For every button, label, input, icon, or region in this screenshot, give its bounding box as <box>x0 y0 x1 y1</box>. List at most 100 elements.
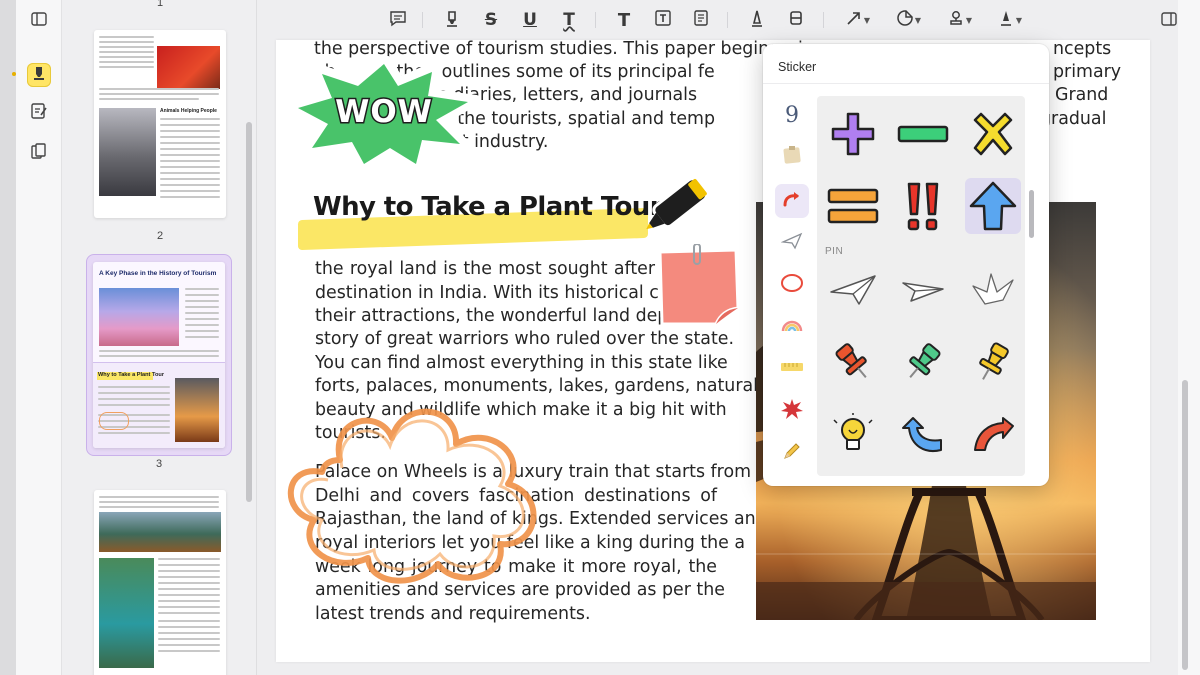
wow-sticker[interactable]: WOW <box>285 53 482 175</box>
thumbnail-scrollbar[interactable] <box>246 122 252 502</box>
paper-plane-icon <box>780 230 803 257</box>
pencil-icon <box>781 440 803 467</box>
thumbnail-image <box>99 512 221 552</box>
eraser-icon <box>788 9 804 32</box>
sticker-blue-curved-arrow[interactable] <box>895 408 951 464</box>
sticker-red-curved-arrow[interactable] <box>965 408 1021 464</box>
section-heading: Why to Take a Plant Tour <box>313 192 663 222</box>
chevron-down-icon: ▼ <box>965 15 973 25</box>
sticker-category-circle[interactable] <box>775 268 809 302</box>
chevron-down-icon: ▼ <box>914 15 922 25</box>
sticker-equals[interactable] <box>825 178 881 234</box>
doc-line: forts, palaces, monuments, lakes, garden… <box>315 376 758 396</box>
doc-line-fragment: primary <box>1053 62 1122 82</box>
document-scrollbar[interactable] <box>1182 380 1188 670</box>
eraser-tool[interactable] <box>785 8 807 32</box>
comment-mode-button[interactable] <box>27 63 51 87</box>
sticker-category-burst[interactable] <box>775 394 809 428</box>
doc-line: tourists. <box>315 423 386 443</box>
sticker-category-paper-plane[interactable] <box>775 226 809 260</box>
doc-line: beauty and wildlife which make it a big … <box>315 400 727 420</box>
textbox-icon <box>654 9 672 32</box>
sticker-red-pin[interactable] <box>825 334 881 390</box>
page-number-3: 3 <box>155 458 163 470</box>
textbox-tool[interactable] <box>652 8 674 32</box>
sticker-panel: Sticker 9 PIN <box>763 44 1049 486</box>
stamp-tool[interactable]: ▼ <box>944 8 976 32</box>
doc-line: amenities and services are provided as p… <box>315 580 725 600</box>
underline-icon: U <box>523 10 537 30</box>
page-number-2: 2 <box>156 230 164 242</box>
sticker-category-rainbow[interactable] <box>775 310 809 344</box>
sticker-icon <box>897 9 913 31</box>
thumbnail-page-3[interactable] <box>94 490 226 675</box>
shape-tool[interactable]: ▼ <box>842 8 874 32</box>
doc-line: Palace on Wheels is a luxury train that … <box>315 462 752 482</box>
sticker-lightbulb[interactable] <box>825 408 881 464</box>
sticker-category-ruler[interactable] <box>775 352 809 386</box>
curved-arrow-icon <box>781 188 803 215</box>
signature-tool[interactable]: ▼ <box>994 8 1026 32</box>
doc-line-fragment: gradual <box>1040 109 1107 129</box>
strikethrough-tool[interactable]: S <box>480 8 502 32</box>
thumbnail-page-2[interactable]: A Key Phase in the History of Tourism Wh… <box>93 262 225 448</box>
text-icon: T <box>617 9 631 31</box>
text-callout-icon <box>692 9 710 32</box>
marker-sticker[interactable] <box>642 170 724 236</box>
sticker-minus[interactable] <box>895 106 951 162</box>
thumbnail-page-1[interactable]: Animals Helping People <box>94 30 226 218</box>
sticker-category-note[interactable] <box>775 140 809 174</box>
doc-line-fragment: ncepts <box>1053 39 1112 59</box>
burst-icon <box>780 398 804 425</box>
active-indicator <box>12 72 16 76</box>
doc-line: Rajasthan, the land of kings. Extended s… <box>315 509 767 529</box>
underline-tool[interactable]: U <box>519 8 541 32</box>
sticker-category-pencil[interactable] <box>775 436 809 470</box>
doc-line: the royal land is the most sought after <box>315 259 655 279</box>
edit-mode-button[interactable] <box>27 101 51 125</box>
sidebar-toggle-icon[interactable] <box>30 10 48 28</box>
sticky-note-sticker[interactable] <box>656 243 742 328</box>
sticker-paper-crane[interactable] <box>965 262 1021 318</box>
thumbnail-caption: Animals Helping People <box>160 108 217 114</box>
thumbnail-image <box>157 46 220 89</box>
number-nine-icon: 9 <box>785 102 799 128</box>
organize-pages-button[interactable] <box>27 141 51 165</box>
thumbnail-image <box>99 288 179 346</box>
signature-pen-icon <box>998 9 1014 32</box>
doc-line: Delhi and covers fascination destination… <box>315 486 717 506</box>
highlight-tool[interactable] <box>441 8 463 32</box>
sticker-tool[interactable]: ▼ <box>893 8 925 32</box>
pencil-tool[interactable] <box>746 8 768 32</box>
text-tool[interactable]: T <box>613 8 635 32</box>
text-callout-tool[interactable] <box>690 8 712 32</box>
squiggly-underline-icon: T <box>563 10 575 30</box>
doc-line: week long journey to make it more royal,… <box>315 557 717 577</box>
squiggly-tool[interactable]: T <box>558 8 580 32</box>
comment-tool[interactable] <box>386 8 410 32</box>
sticker-green-pin[interactable] <box>895 334 951 390</box>
sticker-double-exclamation[interactable] <box>895 178 951 234</box>
sticker-paper-plane-1[interactable] <box>825 262 881 318</box>
sticker-plus[interactable] <box>825 106 881 162</box>
right-panel-toggle-icon[interactable] <box>1160 10 1178 28</box>
sticker-cross[interactable] <box>965 106 1021 162</box>
thumbnail-cat-image <box>99 108 156 196</box>
sticker-category-arrow-curve[interactable] <box>775 184 809 218</box>
ruler-icon <box>780 360 804 379</box>
thumbnail-section: Why to Take a Plant Tour <box>98 372 164 378</box>
thumbnail-image <box>175 378 219 442</box>
highlighter-pen-icon <box>444 9 460 32</box>
sticker-blue-up-arrow[interactable] <box>965 178 1021 234</box>
doc-line: their attractions, the wonderful land de… <box>315 306 674 326</box>
sticker-category-nine[interactable]: 9 <box>775 98 809 132</box>
comment-icon <box>389 9 407 32</box>
doc-line: destination in India. With its historica… <box>315 283 676 303</box>
sticker-panel-scrollbar[interactable] <box>1029 190 1034 238</box>
note-icon <box>781 144 803 171</box>
doc-line: story of great warriors who ruled over t… <box>315 329 735 349</box>
sticker-yellow-pin[interactable] <box>965 334 1021 390</box>
pages-icon <box>30 142 48 165</box>
rainbow-icon <box>780 316 804 339</box>
sticker-paper-plane-2[interactable] <box>895 262 951 318</box>
